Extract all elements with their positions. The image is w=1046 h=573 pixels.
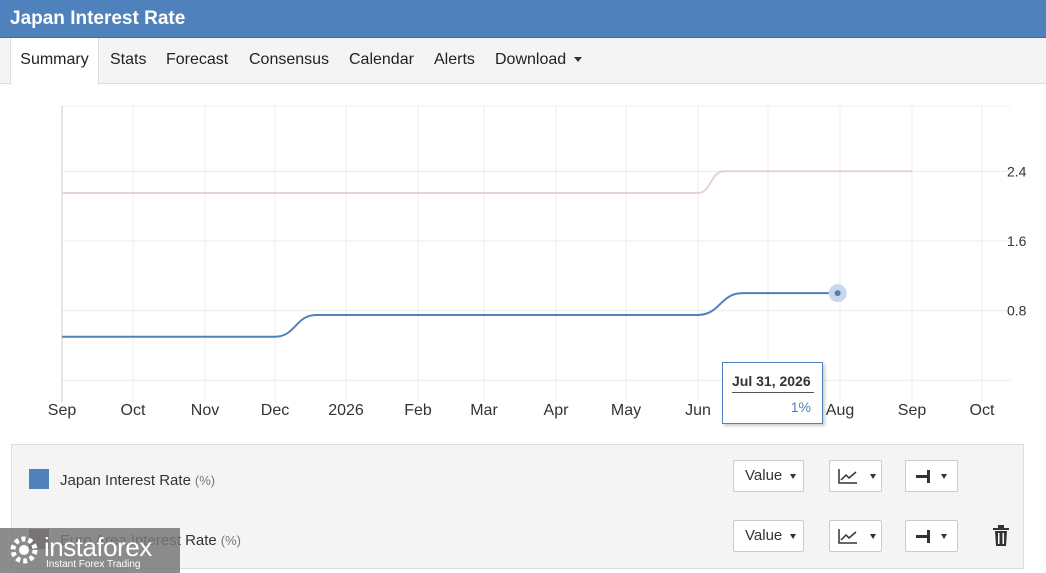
tooltip-divider	[732, 392, 814, 393]
chart-type-dropdown[interactable]	[829, 460, 882, 492]
chart-area: SepOctNovDec2026FebMarAprMayJunJulAugSep…	[0, 84, 1046, 444]
legend-series-label: Japan Interest Rate (%)	[60, 472, 215, 489]
x-tick-label: Aug	[826, 402, 854, 419]
instaforex-logo-icon	[10, 536, 38, 564]
watermark: instaforex Instant Forex Trading	[0, 528, 180, 573]
line-chart-icon	[838, 469, 857, 484]
page-title: Japan Interest Rate	[10, 8, 186, 29]
legend-series-unit: (%)	[220, 533, 241, 548]
tooltip-date: Jul 31, 2026	[732, 373, 811, 389]
y-tick-label: 1.6	[1007, 233, 1027, 249]
axis-side-dropdown[interactable]	[905, 520, 958, 552]
x-tick-label: Jun	[685, 402, 711, 419]
series-color-swatch[interactable]	[29, 469, 49, 489]
tab-consensus[interactable]: Consensus	[249, 38, 329, 84]
tab-calendar[interactable]: Calendar	[349, 38, 414, 84]
x-tick-label: Feb	[404, 402, 432, 419]
tab-summary[interactable]: Summary	[10, 38, 99, 85]
tab-bar: Summary Stats Forecast Consensus Calenda…	[0, 38, 1046, 85]
axis-side-dropdown[interactable]	[905, 460, 958, 492]
x-tick-label: Apr	[544, 402, 570, 419]
tab-download-label: Download	[495, 51, 567, 68]
value-dropdown-label: Value	[745, 467, 783, 484]
right-axis-icon	[916, 470, 930, 483]
y-tick-label: 2.4	[1007, 163, 1027, 179]
value-dropdown-label: Value	[745, 527, 783, 544]
x-tick-label: Sep	[48, 402, 77, 419]
chevron-down-icon	[790, 534, 796, 539]
trash-icon[interactable]	[991, 525, 1011, 547]
line-chart-icon	[838, 529, 857, 544]
legend-series-name: Japan Interest Rate	[60, 472, 191, 489]
tab-forecast[interactable]: Forecast	[166, 38, 228, 84]
legend-row-japan: Japan Interest Rate (%) Value	[12, 448, 1023, 508]
title-bar: Japan Interest Rate	[0, 0, 1046, 38]
euro-area-rate-line	[62, 170, 912, 195]
chevron-down-icon	[941, 474, 947, 479]
tab-download[interactable]: Download	[495, 38, 583, 84]
chevron-down-icon	[574, 57, 583, 63]
japan-rate-line	[62, 292, 838, 338]
chevron-down-icon	[870, 534, 876, 539]
line-chart: SepOctNovDec2026FebMarAprMayJunJulAugSep…	[48, 105, 1027, 419]
tab-stats[interactable]: Stats	[110, 38, 146, 84]
right-axis-icon	[916, 530, 930, 543]
x-tick-label: Oct	[121, 402, 146, 419]
chart-type-dropdown[interactable]	[829, 520, 882, 552]
value-dropdown[interactable]: Value	[733, 460, 804, 492]
tab-alerts[interactable]: Alerts	[434, 38, 475, 84]
tooltip-value: 1%	[790, 399, 811, 415]
x-tick-label: Mar	[470, 402, 498, 419]
legend-series-unit: (%)	[194, 473, 216, 488]
x-tick-label: Oct	[970, 402, 995, 419]
watermark-tagline: Instant Forex Trading	[46, 559, 141, 570]
value-dropdown[interactable]: Value	[733, 520, 804, 552]
chevron-down-icon	[790, 474, 796, 479]
x-tick-label: Nov	[191, 402, 219, 419]
x-tick-label: Sep	[898, 402, 927, 419]
x-tick-label: 2026	[328, 402, 364, 419]
x-tick-label: Dec	[261, 402, 289, 419]
y-tick-label: 0.8	[1007, 303, 1027, 319]
highlight-point	[834, 290, 841, 297]
chart-tooltip: Jul 31, 2026 1%	[722, 362, 823, 424]
chevron-down-icon	[870, 474, 876, 479]
x-tick-label: May	[611, 402, 641, 419]
chevron-down-icon	[941, 534, 947, 539]
